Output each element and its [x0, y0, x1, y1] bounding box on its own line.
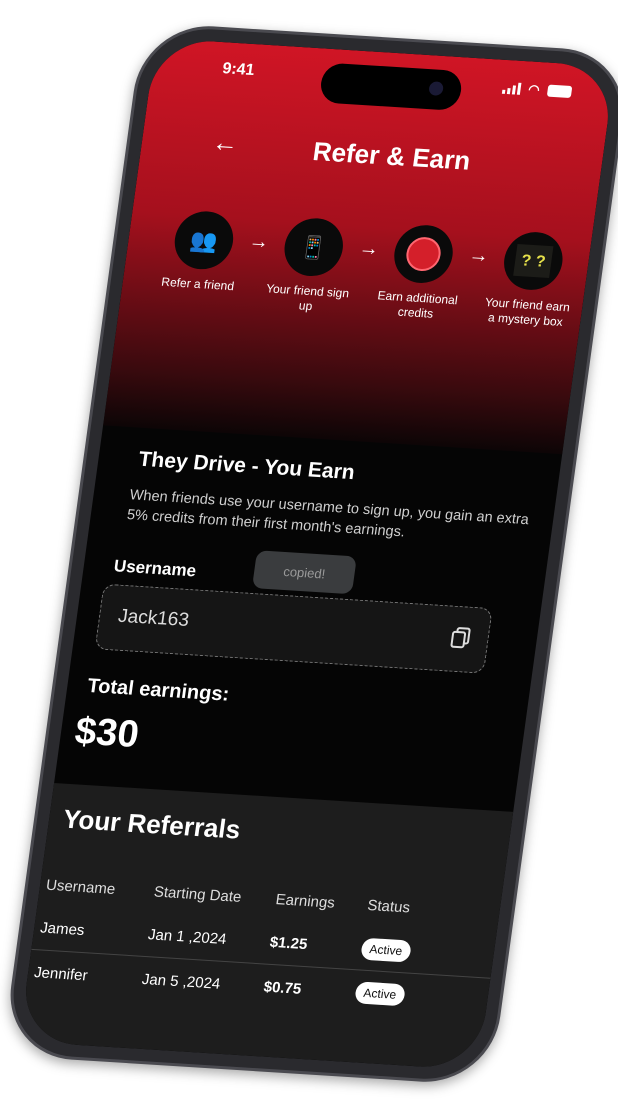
column-header: Status: [366, 896, 412, 916]
phone-check-icon: 📱: [280, 216, 347, 278]
step-label: Refer a friend: [160, 274, 235, 294]
copy-icon[interactable]: [450, 626, 471, 650]
cell-earnings: $0.75: [262, 978, 303, 998]
status-badge: Active: [360, 937, 412, 963]
wifi-icon: ◠: [527, 81, 541, 98]
column-header: Starting Date: [152, 882, 243, 906]
status-time: 9:41: [221, 60, 256, 80]
phone-frame: 9:41 ◠ ← Refer & Earn 👥 Refer a friend → …: [1, 22, 618, 1086]
step-signup: 📱 Your friend sign up: [260, 216, 362, 317]
total-earnings-value: $30: [72, 710, 142, 757]
signal-icon: [501, 82, 522, 95]
step-label: Earn additional credits: [376, 288, 459, 321]
cell-date: Jan 1 ,2024: [146, 926, 228, 949]
phone-screen: 9:41 ◠ ← Refer & Earn 👥 Refer a friend → …: [18, 37, 616, 1071]
step-label: Your friend sign up: [265, 281, 351, 314]
cell-earnings: $1.25: [268, 933, 309, 954]
mystery-box-icon: ? ?: [500, 230, 567, 292]
cell-username: Jennifer: [33, 963, 89, 984]
total-earnings-label: Total earnings:: [86, 674, 231, 706]
step-label: Your friend earn a mystery box: [484, 295, 571, 329]
referrals-panel: Your Referrals Username Starting Date Ea…: [18, 782, 514, 1071]
battery-icon: [546, 84, 573, 99]
step-refer: 👥 Refer a friend: [152, 209, 252, 295]
column-header: Username: [45, 876, 117, 898]
cell-date: Jan 5 ,2024: [140, 970, 222, 993]
credit-coin-icon: [390, 223, 457, 285]
step-credits: Earn additional credits: [370, 222, 472, 323]
cell-username: James: [39, 919, 86, 940]
username-label: Username: [112, 556, 198, 581]
username-value: Jack163: [116, 605, 191, 632]
users-icon: 👥: [170, 209, 237, 271]
referrals-table: Username Starting Date Earnings Status J…: [25, 862, 502, 1022]
copied-toast: copied!: [251, 550, 357, 595]
referrals-title: Your Referrals: [61, 803, 243, 845]
info-heading: They Drive - You Earn: [137, 447, 357, 485]
status-badge: Active: [354, 981, 406, 1007]
step-mystery-box: ? ? Your friend earn a mystery box: [480, 229, 582, 330]
column-header: Earnings: [274, 890, 337, 912]
info-description: When friends use your username to sign u…: [125, 487, 530, 541]
username-field[interactable]: Jack163: [94, 583, 493, 674]
